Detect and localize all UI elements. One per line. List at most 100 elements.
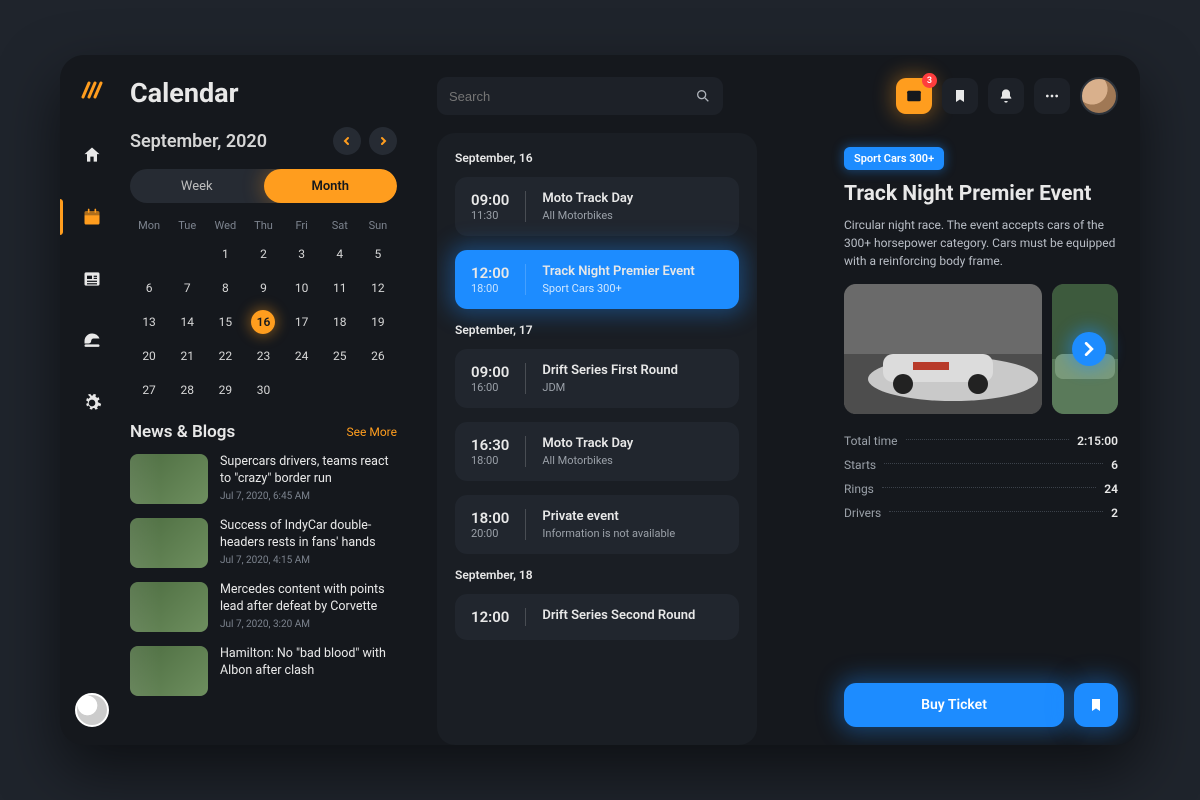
event-card-title: Moto Track Day [542,436,633,451]
calendar-day[interactable]: 21 [168,344,206,368]
calendar-day[interactable]: 17 [283,310,321,334]
event-card[interactable]: 16:3018:00Moto Track DayAll Motorbikes [455,422,739,481]
stat-value: 2 [1111,506,1118,520]
calendar-day[interactable]: 6 [130,276,168,300]
event-card-subtitle: JDM [542,381,678,394]
support-avatar[interactable] [75,693,109,727]
calendar-day[interactable]: 18 [321,310,359,334]
calendar-dow: Thu [244,219,282,232]
toggle-month[interactable]: Month [264,169,398,203]
calendar-day [130,242,168,266]
news-item[interactable]: Hamilton: No "bad blood" with Albon afte… [130,646,397,696]
events-list: September, 1609:0011:30Moto Track DayAll… [437,133,757,745]
event-card-subtitle: Sport Cars 300+ [542,282,694,295]
news-see-more[interactable]: See More [347,425,397,439]
bookmark-event-button[interactable] [1074,683,1118,727]
search-icon [695,88,711,104]
event-card[interactable]: 09:0011:30Moto Track DayAll Motorbikes [455,177,739,236]
calendar-day[interactable]: 2 [244,242,282,266]
event-card-title: Private event [542,509,675,524]
event-end: 20:00 [471,527,509,540]
nav-news[interactable] [60,253,124,305]
news-item[interactable]: Mercedes content with points lead after … [130,582,397,632]
calendar-day[interactable]: 11 [321,276,359,300]
calendar-day[interactable]: 7 [168,276,206,300]
month-next[interactable] [369,127,397,155]
nav-calendar[interactable] [60,191,124,243]
calendar-day[interactable]: 23 [244,344,282,368]
news-heading: News & Blogs [130,422,235,442]
bookmark-button[interactable] [942,78,978,114]
event-start: 09:00 [471,191,509,209]
event-card[interactable]: 12:0018:00Track Night Premier EventSport… [455,250,739,309]
user-avatar[interactable] [1080,77,1118,115]
header-actions: 3 [896,77,1118,115]
search-box[interactable] [437,77,723,115]
calendar-dow: Wed [206,219,244,232]
calendar-day[interactable]: 29 [206,378,244,402]
calendar-day[interactable]: 20 [130,344,168,368]
nav-settings[interactable] [60,377,124,429]
more-button[interactable] [1034,78,1070,114]
nav-helmet[interactable] [60,315,124,367]
gallery-image-1[interactable] [844,284,1042,414]
calendar-day[interactable]: 14 [168,310,206,334]
buy-ticket-button[interactable]: Buy Ticket [844,683,1064,727]
stat-value: 2:15:00 [1077,434,1118,448]
event-card-subtitle: All Motorbikes [542,454,633,467]
toggle-week[interactable]: Week [130,169,264,203]
calendar-day[interactable]: 30 [244,378,282,402]
nav-rail [60,55,124,745]
calendar-day[interactable]: 4 [321,242,359,266]
calendar-day[interactable]: 19 [359,310,397,334]
calendar-day[interactable]: 10 [283,276,321,300]
month-prev[interactable] [333,127,361,155]
calendar-day[interactable]: 13 [130,310,168,334]
event-card[interactable]: 18:0020:00Private eventInformation is no… [455,495,739,554]
event-card-title: Drift Series Second Round [542,608,695,623]
event-stats: Total time2:15:00Starts6Rings24Drivers2 [844,434,1118,520]
calendar-day[interactable]: 26 [359,344,397,368]
calendar-dow: Fri [283,219,321,232]
nav-home[interactable] [60,129,124,181]
event-card[interactable]: 09:0016:00Drift Series First RoundJDM [455,349,739,408]
news-list: Supercars drivers, teams react to "crazy… [130,454,397,696]
calendar-day [359,378,397,402]
event-start: 12:00 [471,608,509,626]
news-title: Mercedes content with points lead after … [220,582,397,616]
news-date: Jul 7, 2020, 3:20 AM [220,619,397,630]
calendar-day[interactable]: 24 [283,344,321,368]
calendar-day[interactable]: 27 [130,378,168,402]
calendar-day[interactable]: 28 [168,378,206,402]
calendar-day[interactable]: 12 [359,276,397,300]
calendar-day[interactable]: 16 [244,310,282,334]
stat-row: Starts6 [844,458,1118,472]
stat-key: Drivers [844,506,881,520]
calendar-day[interactable]: 5 [359,242,397,266]
calendar-dow: Sat [321,219,359,232]
event-card-title: Moto Track Day [542,191,633,206]
mail-button[interactable]: 3 [896,78,932,114]
search-input[interactable] [449,89,695,104]
bell-button[interactable] [988,78,1024,114]
month-label: September, 2020 [130,131,267,152]
stat-row: Drivers 2 [844,506,1118,520]
calendar-day[interactable]: 8 [206,276,244,300]
calendar-day[interactable]: 1 [206,242,244,266]
gallery-next[interactable] [1072,332,1106,366]
calendar-day[interactable]: 22 [206,344,244,368]
news-thumb [130,646,208,696]
stat-key: Total time [844,434,898,448]
calendar-day[interactable]: 25 [321,344,359,368]
event-card[interactable]: 12:00 Drift Series Second Round [455,594,739,640]
event-end: 11:30 [471,209,509,222]
news-item[interactable]: Success of IndyCar double-headers rests … [130,518,397,568]
calendar-dow: Tue [168,219,206,232]
news-thumb [130,582,208,632]
app-logo [79,77,105,103]
calendar-day[interactable]: 15 [206,310,244,334]
news-item[interactable]: Supercars drivers, teams react to "crazy… [130,454,397,504]
calendar-day[interactable]: 3 [283,242,321,266]
stat-key: Rings [844,482,874,496]
calendar-day[interactable]: 9 [244,276,282,300]
